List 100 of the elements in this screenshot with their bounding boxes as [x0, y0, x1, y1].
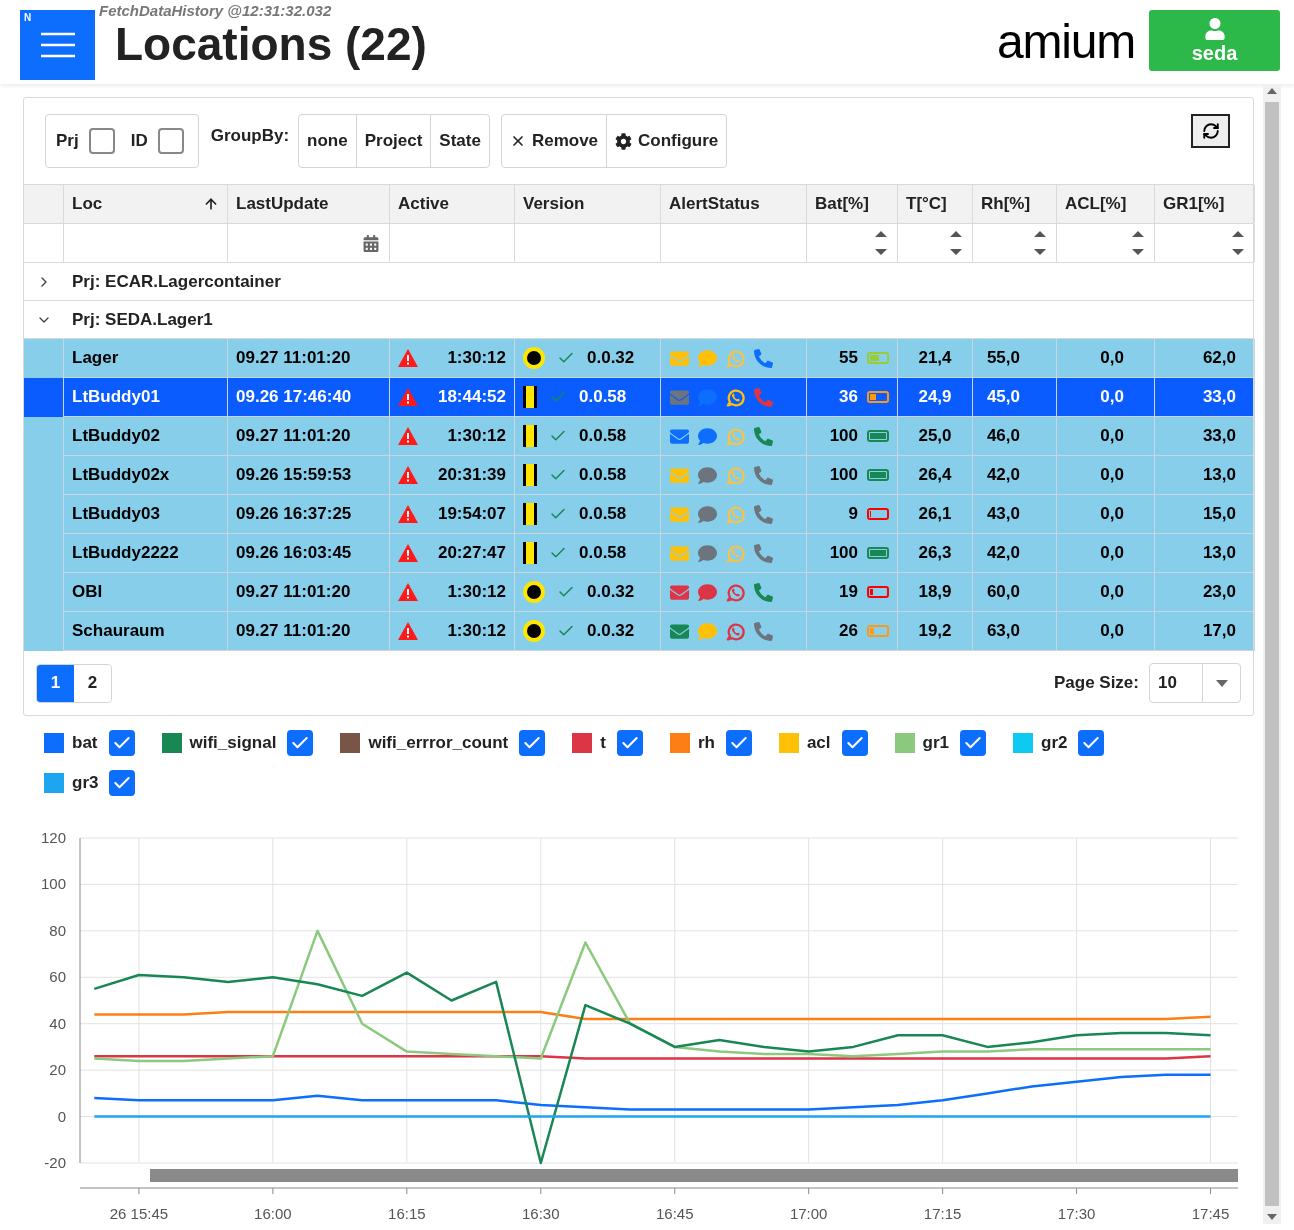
page-title: Locations (22): [115, 20, 427, 68]
scroll-up-icon[interactable]: [1267, 88, 1277, 94]
corner-mark: N: [24, 11, 32, 25]
legend-checkbox[interactable]: [109, 770, 136, 796]
legend-checkbox[interactable]: [725, 730, 752, 756]
user-icon: [1203, 17, 1226, 40]
version-text: 0.0.58: [579, 425, 627, 448]
subtitle: FetchDataHistory @12:31:32.032: [99, 2, 333, 20]
column-header[interactable]: Version: [515, 185, 661, 223]
x-tick-label: 17:15: [923, 1205, 962, 1222]
x-tick-label: 17:00: [789, 1205, 828, 1222]
version-text: 0.0.58: [579, 464, 627, 487]
column-header[interactable]: Loc: [64, 185, 228, 223]
y-tick-label: -20: [44, 1154, 66, 1171]
column-header[interactable]: LastUpdate: [228, 185, 390, 223]
column-header[interactable]: Rh[%]: [973, 185, 1057, 223]
spinner-icon[interactable]: [950, 230, 962, 256]
legend-checkbox[interactable]: [1078, 730, 1105, 756]
checkbox[interactable]: [88, 128, 115, 154]
configure-button[interactable]: Configure: [606, 115, 727, 167]
warning-icon: [398, 622, 418, 640]
remove-button[interactable]: Remove: [501, 115, 607, 167]
page-size-label: Page Size:: [1053, 672, 1139, 695]
scroll-thumb[interactable]: [1265, 102, 1279, 1206]
spinner-icon[interactable]: [1034, 230, 1046, 256]
group-by-option[interactable]: Project: [355, 115, 431, 167]
active-time: 1:30:12: [447, 425, 506, 448]
legend-label: t: [600, 732, 606, 755]
refresh-icon: [1201, 122, 1220, 140]
page-button[interactable]: 1: [37, 664, 74, 702]
y-tick-label: 40: [49, 1014, 66, 1032]
menu-icon: [40, 32, 75, 58]
x-tick-label: 26 15:45: [109, 1205, 169, 1222]
column-header[interactable]: Bat[%]: [807, 185, 898, 223]
legend-label: acl: [806, 732, 831, 755]
table-row[interactable]: LtBuddy01 09.26 17:46:40 18:44:52 0.0.58 36 24,9 45,0 0,0 33,0: [24, 378, 1253, 417]
battery-value: 36: [839, 386, 858, 409]
legend-checkbox[interactable]: [287, 730, 314, 756]
table-row[interactable]: LtBuddy02x 09.26 15:59:53 20:31:39 0.0.58 100 26,4 42,0 0,0 13,0: [24, 456, 1253, 495]
x-tick-label: 16:30: [522, 1205, 560, 1222]
table-row[interactable]: Schauraum 09.27 11:01:20 1:30:12 0.0.32 26 19,2 63,0 0,0 17,0: [24, 612, 1253, 651]
column-header[interactable]: GR1[%]: [1155, 185, 1255, 223]
column-header[interactable]: Active: [390, 185, 515, 223]
legend-label: wifi_errror_count: [368, 732, 509, 755]
legend-checkbox[interactable]: [108, 730, 135, 756]
x-tick-label: 16:45: [655, 1205, 694, 1222]
table-row[interactable]: OBI 09.27 11:01:20 1:30:12 0.0.32 19 18,9 60,0 0,0 23,0: [24, 573, 1253, 612]
battery-value: 100: [829, 425, 858, 448]
legend-label: wifi_signal: [189, 732, 277, 755]
battery-value: 19: [839, 581, 858, 604]
table-cell: 0,0: [1057, 612, 1155, 651]
scrollbar[interactable]: [1263, 84, 1281, 1224]
active-time: 1:30:12: [447, 347, 506, 370]
menu-button[interactable]: N: [20, 10, 95, 80]
group-by-option[interactable]: none: [299, 115, 356, 167]
warning-icon: [398, 349, 418, 367]
active-time: 20:27:47: [437, 542, 506, 565]
group-by-label: GroupBy:: [210, 125, 290, 148]
table-cell: 63,0: [973, 612, 1057, 651]
battery-value: 26: [839, 620, 858, 643]
legend-label: bat: [72, 732, 98, 755]
column-header[interactable]: T[°C]: [898, 185, 973, 223]
active-time: 18:44:52: [437, 386, 506, 409]
table-row[interactable]: LtBuddy03 09.26 16:37:25 19:54:07 0.0.58 9 26,1 43,0 0,0 15,0: [24, 495, 1253, 534]
y-tick-label: 100: [40, 875, 66, 893]
scroll-down-icon[interactable]: [1267, 1214, 1277, 1220]
group-by-option[interactable]: State: [430, 115, 489, 167]
settings-icon: [615, 132, 633, 150]
x-tick-label: 16:00: [254, 1205, 292, 1222]
warning-icon: [398, 427, 418, 445]
legend-checkbox[interactable]: [841, 730, 868, 756]
column-header[interactable]: ACL[%]: [1057, 185, 1155, 223]
legend-checkbox[interactable]: [960, 730, 986, 756]
table-cell: 17,0: [1155, 612, 1255, 651]
spinner-icon[interactable]: [1132, 230, 1144, 256]
refresh-button[interactable]: [1191, 114, 1230, 148]
version-text: 0.0.58: [579, 503, 627, 526]
battery-value: 100: [829, 464, 858, 487]
table-cell: 09.27 11:01:20: [228, 612, 390, 651]
group-label: Prj: ECAR.Lagercontainer: [72, 270, 281, 293]
table-row[interactable]: Lager 09.27 11:01:20 1:30:12 0.0.32 55 21,4 55,0 0,0 62,0: [24, 339, 1253, 378]
y-tick-label: 0: [57, 1107, 66, 1125]
brand-logo: amium: [996, 14, 1135, 70]
y-tick-label: 60: [49, 968, 66, 986]
table-cell: 19,2: [898, 612, 973, 651]
column-header[interactable]: AlertStatus: [661, 185, 807, 223]
warning-icon: [398, 388, 418, 406]
spinner-icon[interactable]: [1232, 230, 1244, 256]
spinner-icon[interactable]: [875, 230, 887, 256]
page-size-select[interactable]: 10: [1149, 663, 1241, 703]
legend-checkbox[interactable]: [519, 730, 546, 756]
legend-checkbox[interactable]: [616, 730, 643, 756]
calendar-icon[interactable]: [363, 234, 379, 252]
table-cell: Schauraum: [64, 612, 228, 651]
warning-icon: [398, 505, 418, 523]
x-tick-label: 17:30: [1057, 1205, 1096, 1222]
checkbox[interactable]: [157, 128, 184, 154]
table-row[interactable]: LtBuddy2222 09.26 16:03:45 20:27:47 0.0.58 100 26,3 42,0 0,0 13,0: [24, 534, 1253, 573]
y-tick-label: 20: [49, 1061, 66, 1079]
table-row[interactable]: LtBuddy02 09.27 11:01:20 1:30:12 0.0.58 100 25,0 46,0 0,0 33,0: [24, 417, 1253, 456]
